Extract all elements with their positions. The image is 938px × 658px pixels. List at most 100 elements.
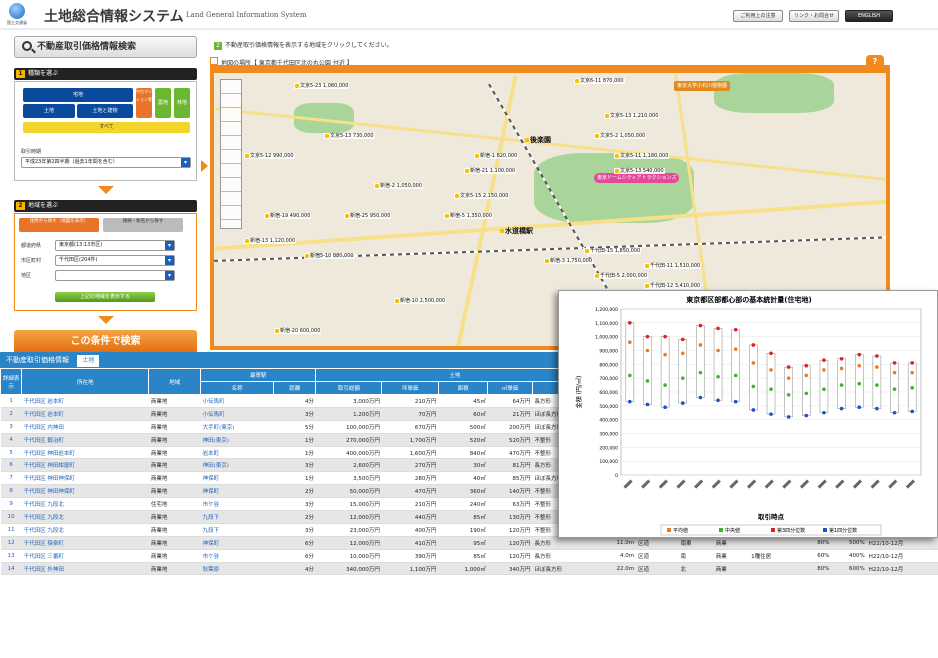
col-address[interactable]: 所在地 [21, 368, 150, 395]
price-marker[interactable]: 文京5-23 1,080,000 [294, 83, 350, 89]
zoom-level[interactable] [221, 80, 241, 94]
col-station-name[interactable]: 名称 [200, 381, 275, 395]
table-cell[interactable]: 小伝馬町 [200, 394, 274, 408]
price-marker[interactable]: 新宿-25 950,000 [344, 213, 392, 219]
col-detail[interactable]: 詳細表示 [0, 368, 23, 395]
zoom-level[interactable] [221, 108, 241, 122]
price-marker[interactable]: 千代田-11 1,510,000 [644, 263, 702, 269]
poi-label[interactable]: 東京大学小石川植物園 [674, 81, 731, 91]
price-marker[interactable]: 文京5-11 1,180,000 [614, 153, 670, 159]
zoom-level[interactable] [221, 94, 241, 108]
zoom-control[interactable] [220, 79, 242, 229]
zoom-level[interactable] [221, 192, 241, 206]
table-cell[interactable]: 千代田区 三番町 [21, 549, 149, 563]
table-cell[interactable]: 千代田区 九段北 [21, 510, 149, 524]
table-cell[interactable]: 大手町(東京) [200, 420, 274, 434]
zoom-level[interactable] [221, 122, 241, 136]
price-marker[interactable]: 新宿-5 1,350,000 [444, 213, 494, 219]
price-marker[interactable]: 新宿-10 2,500,000 [394, 298, 447, 304]
price-marker[interactable]: 新宿5-10 880,000 [304, 253, 355, 259]
table-cell: 3分 [273, 407, 316, 421]
price-marker[interactable]: 新宿-19 490,000 [264, 213, 312, 219]
price-marker[interactable]: 千代田-5 2,000,000 [594, 273, 649, 279]
col-zone[interactable]: 地域 [148, 368, 202, 395]
prefecture-select[interactable]: 東京都(13:13市区) ▾ [55, 240, 175, 251]
kind-forest[interactable]: 林地 [174, 88, 190, 118]
col-sqm[interactable]: ㎡単価 [487, 381, 533, 395]
district-select[interactable]: ▾ [55, 270, 175, 281]
box-range [854, 354, 864, 408]
price-marker[interactable]: 文京5-2 1,050,000 [594, 133, 647, 139]
zoom-level[interactable] [221, 136, 241, 150]
table-cell[interactable]: 神保町 [200, 484, 274, 499]
price-marker[interactable]: 文京5-15 2,150,000 [454, 193, 510, 199]
col-total[interactable]: 取引総額 [315, 381, 383, 395]
table-cell[interactable]: 千代田区 九段北 [21, 497, 149, 512]
table-cell[interactable]: 神田(東京) [200, 433, 274, 447]
table-cell[interactable]: 千代田区 九段北 [21, 523, 149, 537]
table-cell[interactable]: 千代田区 猿楽町 [21, 536, 149, 550]
tab-station[interactable]: 路線・駅名から探す [103, 218, 183, 232]
tab-address[interactable]: 住所から探す（地図を表示） [19, 218, 99, 232]
table-cell[interactable]: 神保町 [200, 471, 274, 486]
price-marker[interactable]: 新宿-20 600,000 [274, 328, 322, 334]
zoom-level[interactable] [221, 178, 241, 192]
table-cell[interactable]: 神田(東京) [200, 458, 274, 473]
table-cell[interactable]: 九段下 [200, 523, 274, 537]
table-cell[interactable]: 千代田区 外神田 [21, 562, 149, 576]
price-marker[interactable]: 千代田-15 1,850,000 [584, 248, 642, 254]
table-cell[interactable]: 神保町 [200, 536, 274, 550]
table-row[interactable]: 14 千代田区 外神田 商業地 秋葉原 4分 340,000万円 1,100万円 1,000㎡… [0, 562, 938, 576]
price-marker[interactable]: 新宿-21 1,100,000 [464, 168, 517, 174]
price-marker[interactable]: 文京5-13 540,000 [614, 168, 665, 174]
table-cell: 11 [0, 523, 22, 537]
price-marker[interactable]: 新宿-13 1,120,000 [244, 238, 297, 244]
kind-land-building[interactable]: 土地と建物 [77, 104, 133, 118]
table-cell[interactable]: 千代田区 神田岩本町 [21, 446, 149, 460]
city-select[interactable]: 千代田区(204件) ▾ [55, 255, 175, 266]
price-marker[interactable]: 千代田-12 3,410,000 [644, 283, 702, 289]
table-cell[interactable]: 千代田区 神田神保町 [21, 484, 149, 499]
price-marker[interactable]: 文京5-13 1,210,000 [604, 113, 660, 119]
price-marker[interactable]: 文京6-11 870,000 [574, 78, 625, 84]
col-group-station: 最寄駅 [200, 368, 317, 382]
zoom-level[interactable] [221, 164, 241, 178]
kind-condo[interactable]: 中古マンション等 [136, 88, 152, 118]
table-cell[interactable]: 九段下 [200, 510, 274, 524]
kind-residential[interactable]: 宅地 [23, 88, 133, 102]
price-marker[interactable]: 新宿-1 820,000 [474, 153, 519, 159]
poi-label[interactable]: 東京ドームシティアトラクションズ [594, 173, 680, 183]
price-marker[interactable]: 新宿-3 1,750,000 [544, 258, 594, 264]
show-map-button[interactable]: 上記の地域を表示する [55, 292, 155, 302]
table-cell[interactable]: 市ケ谷 [200, 549, 274, 563]
zoom-level[interactable] [221, 150, 241, 164]
table-cell[interactable]: 市ケ谷 [200, 497, 274, 512]
table-cell[interactable]: 千代田区 神田紺屋町 [21, 458, 149, 473]
table-cell[interactable]: 千代田区 岩本町 [21, 394, 149, 408]
contact-button[interactable]: リンク・お問合せ [789, 10, 839, 22]
col-area[interactable]: 面積 [437, 381, 489, 395]
table-row[interactable]: 13 千代田区 三番町 商業地 市ケ谷 6分 10,000万円 390万円 85㎡ 120万円長… [0, 549, 938, 563]
table-cell[interactable]: 千代田区 神田神保町 [21, 471, 149, 486]
col-distance[interactable]: 距離 [273, 381, 317, 395]
kind-all[interactable]: すべて [23, 122, 190, 133]
col-tsubo[interactable]: 坪単価 [381, 381, 439, 395]
ministry-logo[interactable]: 国土交通省 [4, 3, 30, 27]
table-cell[interactable]: 岩本町 [200, 446, 274, 460]
price-marker[interactable]: 文京5-12 990,000 [244, 153, 295, 159]
table-cell: 70万円 [381, 407, 439, 421]
price-marker[interactable]: 新宿-2 1,050,000 [374, 183, 424, 189]
table-cell[interactable]: 秋葉原 [200, 562, 274, 576]
search-submit-button[interactable]: この条件で検索 [14, 330, 197, 354]
english-button[interactable]: ENGLISH [845, 10, 893, 22]
notice-button[interactable]: ご利用上の注意 [733, 10, 783, 22]
kind-land[interactable]: 土地 [23, 104, 75, 118]
price-marker[interactable]: 文京5-13 730,000 [324, 133, 375, 139]
table-cell[interactable]: 千代田区 鍛冶町 [21, 433, 149, 447]
kind-farmland[interactable]: 農地 [155, 88, 171, 118]
table-cell[interactable]: 小伝馬町 [200, 407, 274, 421]
table-cell[interactable]: 千代田区 内神田 [21, 420, 149, 434]
table-cell[interactable]: 千代田区 岩本町 [21, 407, 149, 421]
zoom-level[interactable] [221, 206, 241, 220]
period-select[interactable]: 平成23年第2四半期（過去1年間を含む） ▾ [21, 157, 191, 168]
